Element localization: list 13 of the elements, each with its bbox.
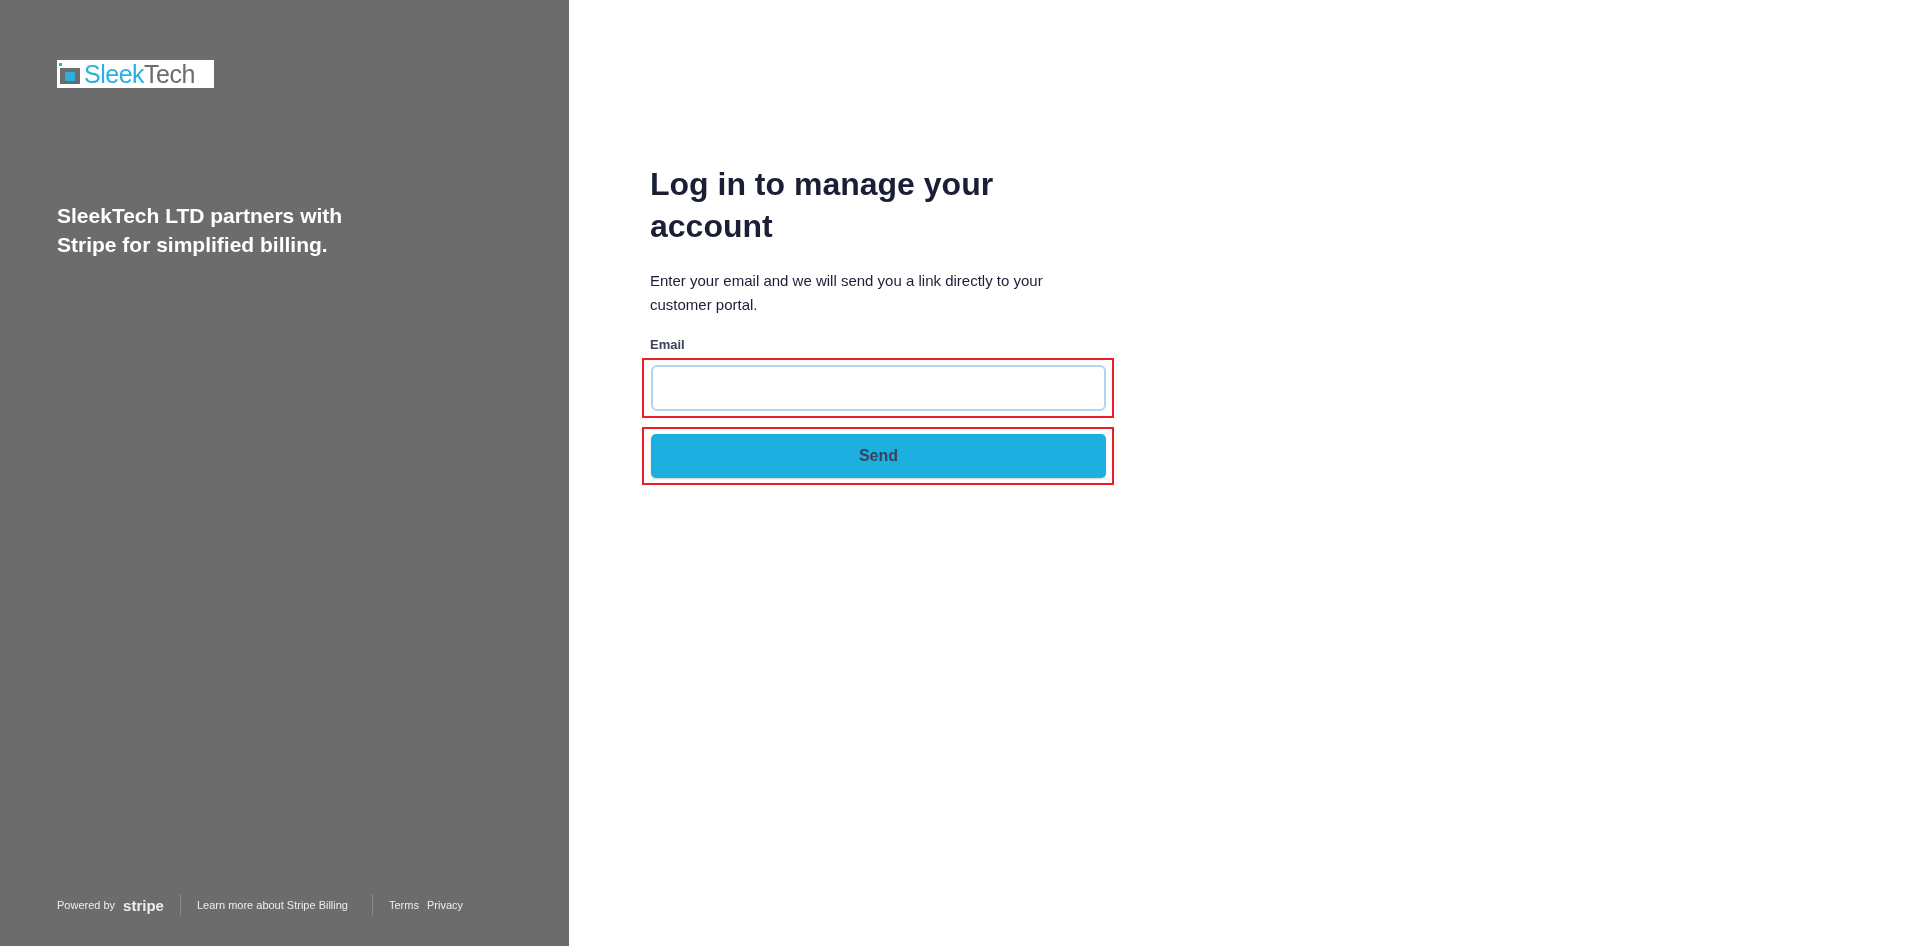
tagline: SleekTech LTD partners with Stripe for simplified billing. — [57, 203, 344, 258]
footer-link[interactable]: Learn more about Stripe Billing — [196, 899, 348, 911]
footer-link[interactable]: Privacy — [426, 899, 463, 911]
footer-link[interactable]: Terms — [389, 899, 419, 911]
email-label: Email — [650, 337, 686, 352]
email-field[interactable] — [651, 365, 1106, 411]
description: Enter your email and we will send you a link directly to your customer portal. — [650, 271, 1044, 315]
page-title: Log in to manage your account — [650, 165, 995, 246]
powered-by-text: Powered by — [57, 899, 116, 911]
stripe-wordmark[interactable]: stripe — [123, 896, 164, 914]
logo-wordmark: SleekTech — [84, 60, 195, 88]
logo-icon — [59, 63, 81, 85]
send-button[interactable]: Send — [651, 434, 1106, 478]
